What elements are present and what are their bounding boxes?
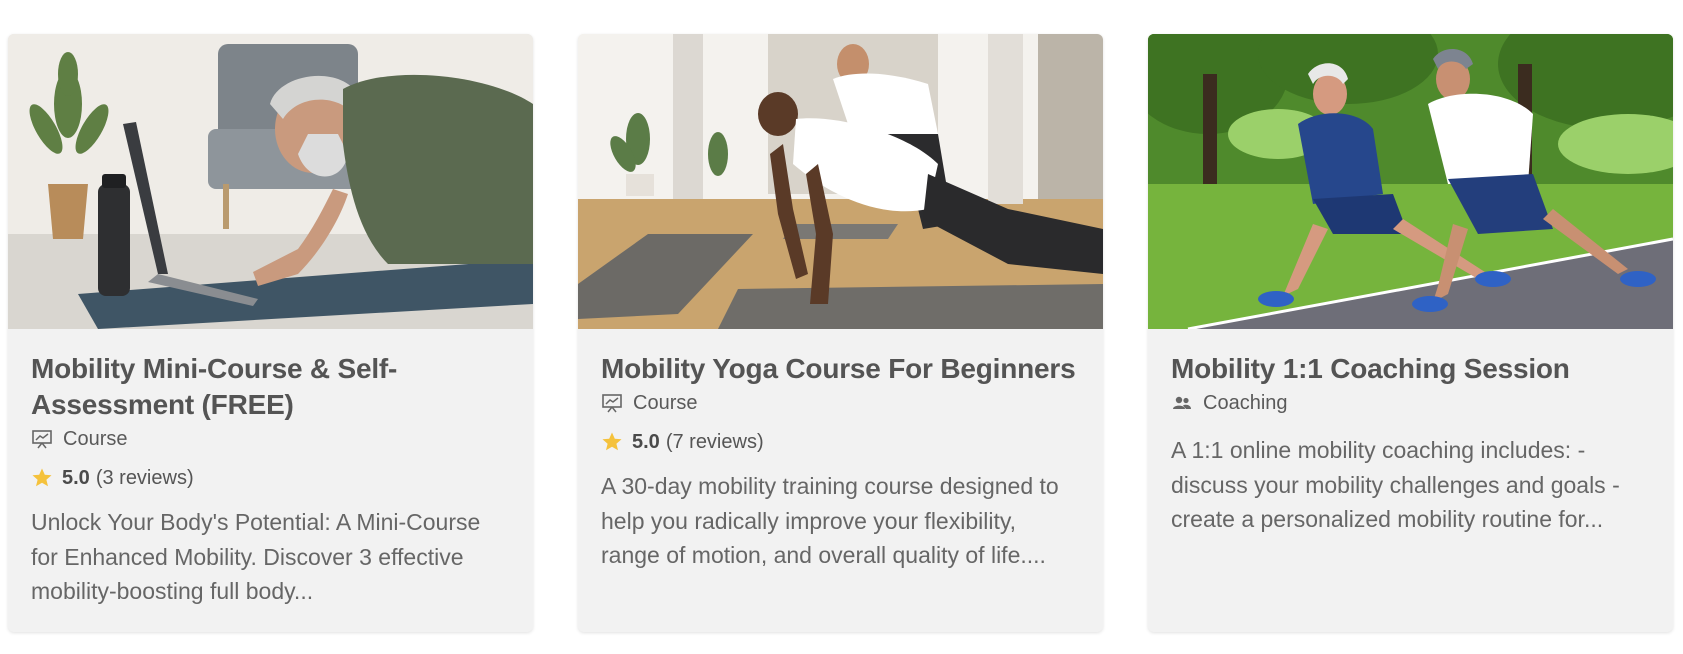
product-card-list: Mobility Mini-Course & Self-Assessment (… [0, 0, 1683, 654]
card-type: Course [601, 387, 1080, 419]
card-type: Course [31, 423, 510, 455]
rating-reviews: (3 reviews) [95, 466, 194, 489]
card-description: A 1:1 online mobility coaching includes:… [1171, 437, 1620, 532]
presentation-chart-icon [601, 392, 623, 414]
card-type-label: Coaching [1203, 391, 1288, 414]
card-rating: 5.0 (7 reviews) [601, 425, 1080, 459]
card-type: Coaching [1171, 387, 1650, 419]
card-description: A 30-day mobility training course design… [601, 473, 1059, 568]
product-card-mobility-mini-course[interactable]: Mobility Mini-Course & Self-Assessment (… [8, 34, 533, 632]
card-type-label: Course [633, 391, 698, 414]
card-title[interactable]: Mobility Yoga Course For Beginners [601, 351, 1080, 387]
card-rating: 5.0 (3 reviews) [31, 461, 510, 495]
card-title[interactable]: Mobility Mini-Course & Self-Assessment (… [31, 351, 510, 423]
rating-score: 5.0 [62, 466, 90, 489]
rating-score: 5.0 [632, 430, 660, 453]
star-icon [31, 467, 53, 489]
card-image-man-laptop-plank[interactable] [8, 34, 533, 329]
card-type-label: Course [63, 427, 128, 450]
product-card-mobility-yoga-course[interactable]: Mobility Yoga Course For Beginners Cours… [578, 34, 1103, 632]
card-title[interactable]: Mobility 1:1 Coaching Session [1171, 351, 1650, 387]
card-image-man-pushup-coached[interactable] [578, 34, 1103, 329]
star-icon [601, 431, 623, 453]
people-icon [1171, 392, 1193, 414]
product-card-mobility-coaching[interactable]: Mobility 1:1 Coaching Session Coaching A… [1148, 34, 1673, 632]
card-description: Unlock Your Body's Potential: A Mini-Cou… [31, 509, 481, 604]
rating-reviews: (7 reviews) [665, 430, 764, 453]
card-image-two-men-stretching-park[interactable] [1148, 34, 1673, 329]
presentation-chart-icon [31, 428, 53, 450]
